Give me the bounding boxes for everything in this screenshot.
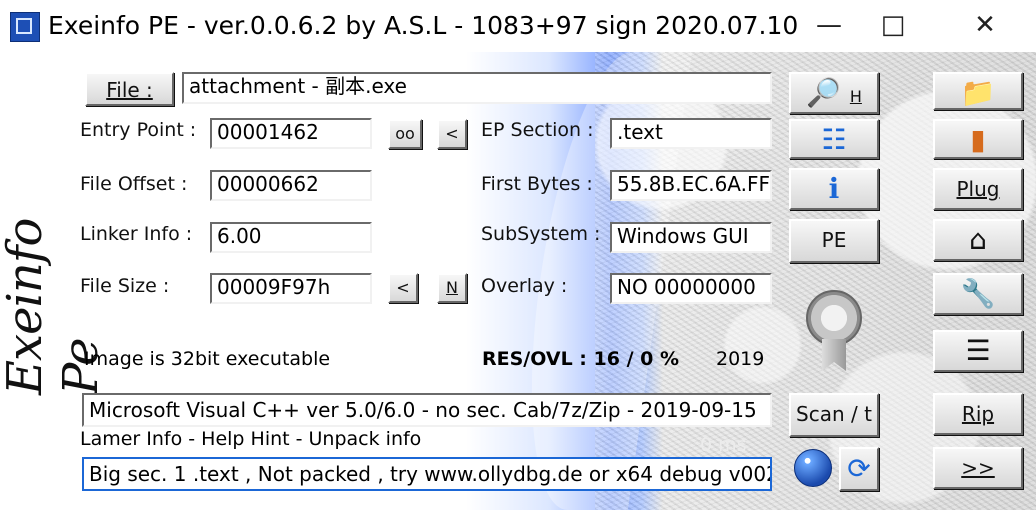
linker-info-field[interactable]: 6.00: [210, 222, 372, 253]
maximize-button[interactable]: □: [866, 6, 920, 46]
folder-icon: 📁: [960, 76, 996, 109]
overlay-field[interactable]: NO 00000000: [610, 273, 772, 304]
sections-button[interactable]: ☷: [789, 119, 879, 159]
subsystem-field[interactable]: Windows GUI: [610, 222, 772, 253]
subsystem-label: SubSystem :: [481, 223, 601, 245]
window-title: Exeinfo PE - ver.0.0.6.2 by A.S.L - 1083…: [48, 11, 799, 40]
menu-icon: ☰: [965, 334, 991, 367]
scan-time: 0 ms.: [700, 434, 753, 456]
side-logo: Exeinfo Pe: [0, 218, 109, 395]
globe-icon[interactable]: [794, 449, 832, 487]
info-icon: ℹ: [828, 172, 840, 205]
open-folder-button[interactable]: 📁: [933, 72, 1023, 110]
main-panel: Exeinfo Pe File : attachment - 副本.exe En…: [0, 52, 1036, 510]
pe-button[interactable]: PE: [789, 219, 879, 263]
year-status: 2019: [716, 348, 765, 370]
linker-info-label: Linker Info :: [80, 223, 193, 245]
file-path-field[interactable]: attachment - 副本.exe: [182, 72, 772, 104]
detection-result-field[interactable]: Microsoft Visual C++ ver 5.0/6.0 - no se…: [82, 393, 772, 427]
ep-section-label: EP Section :: [481, 119, 594, 141]
signal-icon: ▮: [970, 123, 986, 156]
signal-button[interactable]: ▮: [933, 119, 1023, 159]
lamer-info-link[interactable]: Lamer Info - Help Hint - Unpack info: [80, 428, 421, 450]
res-ovl-status: RES/OVL : 16 / 0 %: [482, 348, 679, 370]
magnifier-icon: 🔎: [806, 76, 841, 109]
plug-button[interactable]: Plug: [933, 168, 1023, 210]
refresh-icon: ⟳: [847, 452, 871, 485]
rip-button[interactable]: Rip: [933, 393, 1023, 435]
oo-button[interactable]: oo: [388, 119, 422, 149]
tools-button[interactable]: 🔧: [933, 273, 1023, 315]
tools-icon: 🔧: [960, 277, 996, 310]
file-button[interactable]: File :: [85, 72, 174, 106]
home-button[interactable]: ⌂: [933, 219, 1023, 261]
file-offset-field[interactable]: 00000662: [210, 170, 372, 201]
list-icon: ☷: [821, 123, 847, 156]
file-size-field[interactable]: 00009F97h: [210, 273, 372, 304]
minimize-button[interactable]: —: [802, 6, 856, 46]
first-bytes-label: First Bytes :: [481, 173, 593, 195]
entry-less-button[interactable]: <: [437, 119, 467, 149]
title-bar: Exeinfo PE - ver.0.0.6.2 by A.S.L - 1083…: [0, 0, 1036, 52]
forward-button[interactable]: >>: [933, 447, 1023, 489]
search-button[interactable]: 🔎 H: [789, 72, 879, 114]
home-icon: ⌂: [969, 223, 987, 256]
overlay-label: Overlay :: [481, 275, 568, 297]
file-offset-label: File Offset :: [80, 173, 188, 195]
app-icon: [10, 12, 40, 42]
scan-button[interactable]: Scan / t: [789, 393, 879, 437]
n-button[interactable]: N: [437, 273, 467, 303]
award-seal-icon: [806, 290, 862, 346]
ep-section-field[interactable]: .text: [610, 118, 772, 149]
file-size-label: File Size :: [80, 275, 170, 297]
entry-point-field[interactable]: 00001462: [210, 118, 372, 149]
hint-field[interactable]: Big sec. 1 .text , Not packed , try www.…: [82, 457, 772, 491]
entry-point-label: Entry Point :: [80, 119, 197, 141]
first-bytes-field[interactable]: 55.8B.EC.6A.FF: [610, 170, 772, 201]
info-button[interactable]: ℹ: [789, 168, 879, 210]
menu-button[interactable]: ☰: [933, 330, 1023, 372]
refresh-button[interactable]: ⟳: [839, 447, 879, 491]
image-status: Image is 32bit executable: [84, 348, 331, 370]
close-button[interactable]: ✕: [958, 6, 1012, 46]
file-size-less-button[interactable]: <: [388, 273, 418, 303]
